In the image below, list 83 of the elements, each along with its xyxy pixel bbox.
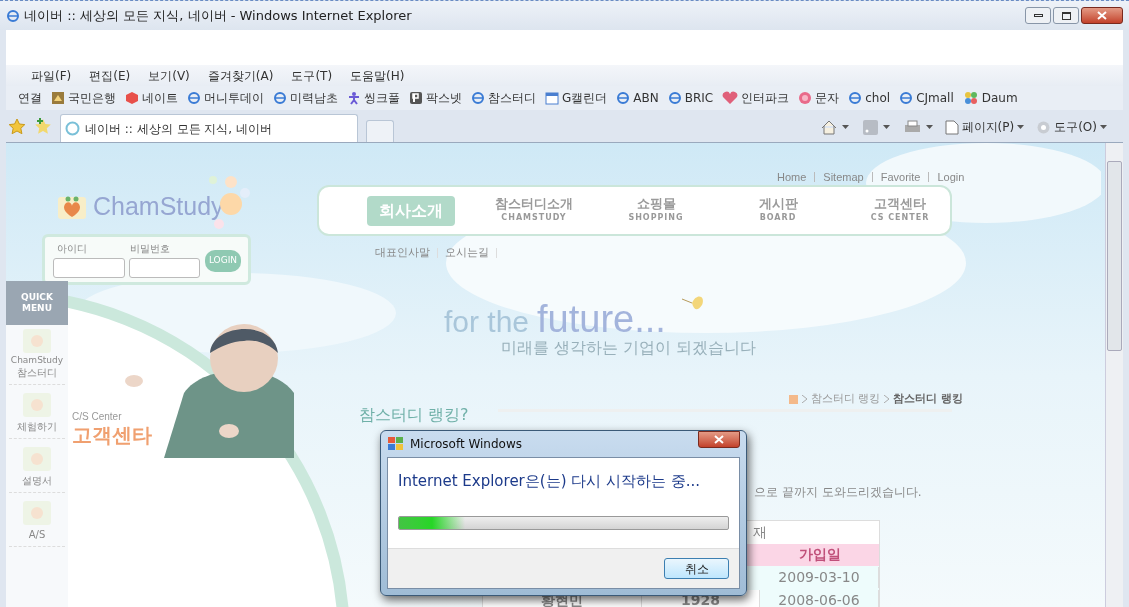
- link-item[interactable]: Daum: [962, 89, 1018, 107]
- add-favorite-icon[interactable]: [34, 118, 52, 135]
- close-icon: [714, 435, 724, 444]
- minimize-button[interactable]: [1025, 7, 1051, 24]
- gear-icon: [1036, 119, 1052, 135]
- printer-icon: [903, 119, 921, 135]
- link-item[interactable]: 참스터디: [471, 89, 536, 107]
- print-button[interactable]: [903, 119, 933, 135]
- section-title: 참스터디 랭킹?: [359, 404, 469, 426]
- top-link[interactable]: Login: [937, 169, 965, 186]
- link-item[interactable]: 씽크풀: [347, 89, 400, 107]
- menu-item[interactable]: 도구(T): [291, 66, 333, 85]
- home-icon: [788, 394, 798, 404]
- id-field[interactable]: [53, 258, 125, 278]
- link-item[interactable]: 문자: [798, 89, 840, 107]
- star-icon[interactable]: [8, 118, 26, 135]
- caret-icon: [925, 125, 933, 129]
- id-label: 아이디: [57, 242, 87, 256]
- menu-item[interactable]: 보기(V): [148, 66, 190, 85]
- link-item[interactable]: 머니투데이: [187, 89, 264, 107]
- dialog-title: Microsoft Windows: [410, 436, 522, 453]
- link-item[interactable]: 팍스넷: [409, 89, 462, 107]
- column-header: 가입일: [797, 545, 842, 564]
- browser-tab[interactable]: 네이버 :: 세상의 모든 지식, 네이버: [60, 114, 358, 142]
- close-button[interactable]: [1081, 7, 1123, 24]
- link-item[interactable]: 인터파크: [722, 89, 790, 107]
- feed-icon: [862, 119, 878, 135]
- flower-icon: [962, 91, 979, 105]
- sub-menu-link[interactable]: 오시는길: [445, 245, 489, 262]
- command-menu[interactable]: 페이지(P): [944, 118, 1025, 136]
- parking-icon: [409, 91, 423, 105]
- menu-item[interactable]: 즐겨찾기(A): [207, 66, 274, 85]
- feeds-button[interactable]: [862, 119, 890, 135]
- intro-text: 으로 끝까지 도와드리겠습니다.: [754, 484, 922, 501]
- caret-icon: [882, 125, 890, 129]
- table-cell: 2008-06-06: [760, 590, 879, 607]
- link-item[interactable]: 국민은행: [51, 89, 116, 107]
- link-item[interactable]: CJmall: [899, 89, 954, 107]
- link-item[interactable]: BRIC: [667, 89, 714, 107]
- cancel-button[interactable]: 취소: [664, 558, 729, 579]
- quick-menu-item[interactable]: 설명서: [9, 445, 65, 493]
- quick-menu-item[interactable]: A/S: [9, 499, 65, 547]
- quick-menu-item[interactable]: ChamStudy 참스터디: [9, 327, 65, 385]
- links-label: 연결: [18, 90, 42, 107]
- loading-icon: [65, 121, 80, 136]
- link-item[interactable]: G캘린더: [545, 89, 608, 107]
- caret-icon: [1100, 125, 1107, 129]
- caret-icon: [841, 125, 849, 129]
- browser-icon: [6, 8, 20, 23]
- bank-icon: [51, 91, 65, 105]
- scrollbar[interactable]: [1105, 143, 1123, 607]
- close-button[interactable]: [698, 431, 740, 448]
- chevron-icon: [884, 395, 890, 404]
- heart-icon: [722, 91, 739, 105]
- calendar-icon: [545, 91, 559, 105]
- password-label: 비밀번호: [130, 242, 170, 256]
- caret-icon: [1017, 125, 1025, 129]
- cs-center-caption: C/S Center: [72, 410, 123, 424]
- command-menu[interactable]: 도구(O): [1036, 118, 1107, 136]
- smiley-icon: [798, 91, 813, 105]
- breadcrumb-item: 참스터디 랭킹: [893, 391, 963, 407]
- cube-icon: [125, 91, 139, 105]
- menu-item[interactable]: 파일(F): [31, 66, 72, 85]
- link-item[interactable]: 미력남초: [273, 89, 338, 107]
- slogan-lead: for the: [444, 304, 530, 340]
- dialog-message: Internet Explorer은(는) 다시 시작하는 중...: [397, 471, 702, 492]
- link-item[interactable]: ABN: [616, 89, 659, 107]
- table-cell: 2009-03-10: [760, 567, 879, 588]
- cs-center-title: 고객센타: [72, 424, 152, 446]
- menu-item[interactable]: 도움말(H): [350, 66, 405, 85]
- password-field[interactable]: [129, 258, 200, 278]
- chevron-icon: [801, 395, 807, 404]
- home-icon: [820, 119, 837, 135]
- link-item[interactable]: chol: [848, 89, 891, 107]
- window-title: 네이버 :: 세상의 모든 지식, 네이버 - Windows Internet Explorer: [24, 6, 412, 25]
- quick-menu-item[interactable]: 체험하기: [9, 391, 65, 439]
- home-button[interactable]: [820, 119, 849, 135]
- maximize-button[interactable]: [1053, 7, 1079, 24]
- link-item[interactable]: 네이트: [125, 89, 178, 107]
- windows-icon: [387, 436, 405, 452]
- menu-item[interactable]: 편집(E): [89, 66, 131, 85]
- person-icon: [347, 91, 361, 105]
- close-icon: [1097, 11, 1107, 20]
